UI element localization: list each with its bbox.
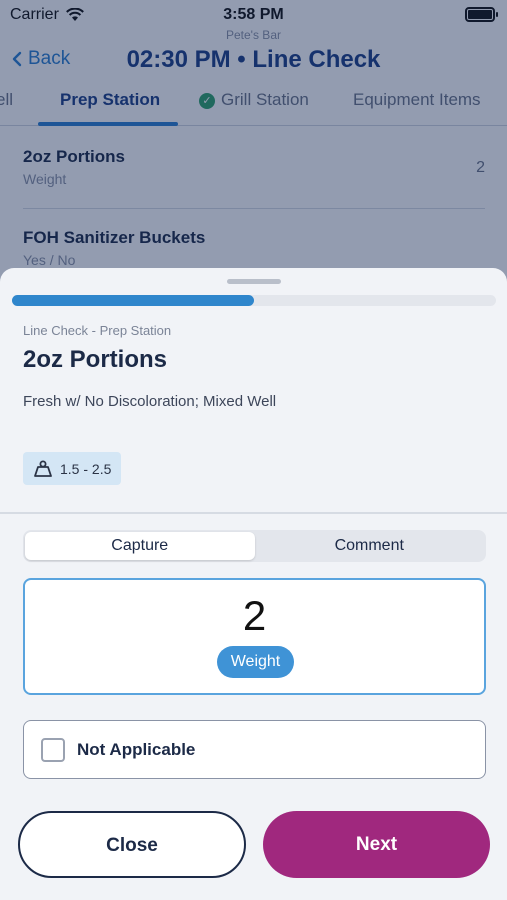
not-applicable-label: Not Applicable [77, 739, 196, 759]
progress-bar [12, 295, 496, 306]
item-title: 2oz Portions [23, 346, 168, 373]
sheet-grabber[interactable] [227, 279, 281, 284]
breadcrumb: Line Check - Prep Station [23, 323, 172, 338]
range-value: 1.5 - 2.5 [60, 460, 112, 477]
bottom-sheet: Line Check - Prep Station 2oz Portions F… [0, 268, 507, 900]
progress-fill [12, 295, 254, 306]
segment-capture[interactable]: Capture [25, 532, 255, 560]
unit-badge: Weight [217, 646, 294, 678]
item-description: Fresh w/ No Discoloration; Mixed Well [23, 393, 277, 410]
segment-comment[interactable]: Comment [255, 532, 485, 560]
weight-scale-icon [34, 460, 52, 477]
checkbox-icon[interactable] [41, 737, 65, 762]
not-applicable-option[interactable]: Not Applicable [23, 720, 486, 779]
close-button[interactable]: Close [18, 811, 246, 878]
range-badge: 1.5 - 2.5 [23, 452, 121, 485]
capture-comment-toggle: Capture Comment [23, 530, 486, 562]
next-button[interactable]: Next [263, 811, 490, 878]
capture-value-field[interactable]: 2 Weight [23, 578, 486, 695]
captured-value: 2 [242, 592, 267, 639]
section-divider [0, 512, 507, 514]
